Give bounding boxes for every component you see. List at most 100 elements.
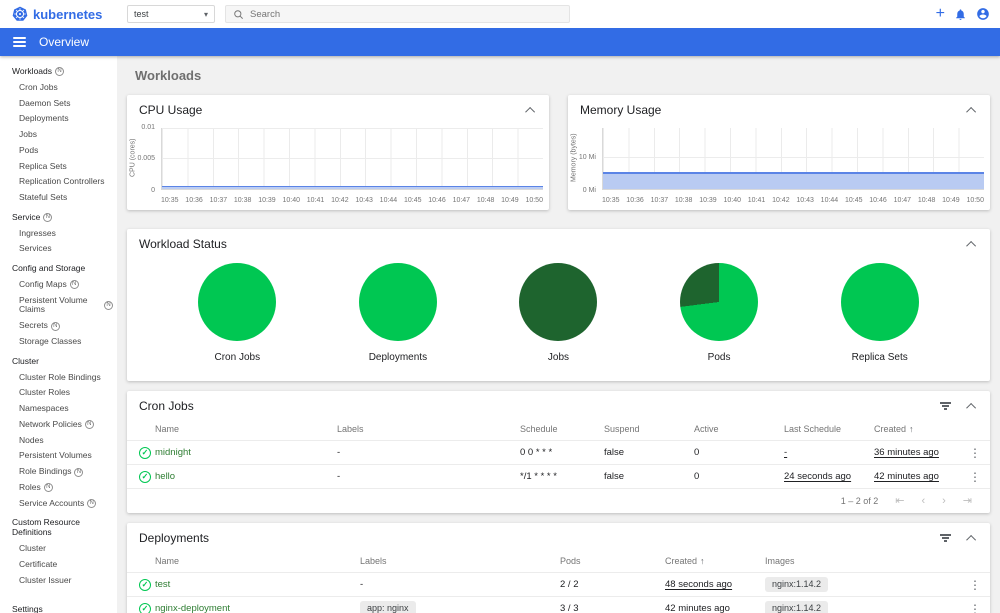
menu-hamburger-icon[interactable] xyxy=(13,37,26,47)
sidebar-item-namespaces[interactable]: Namespaces xyxy=(0,401,117,417)
sidebar-item-persistent-volumes[interactable]: Persistent Volumes xyxy=(0,448,117,464)
row-actions-kebab-icon[interactable]: ⋮ xyxy=(960,578,990,592)
sidebar-item-settings[interactable]: Settings xyxy=(0,602,117,613)
resource-name-link[interactable]: nginx-deployment xyxy=(155,603,360,613)
column-header-created[interactable]: Created ↑ xyxy=(874,424,960,434)
collapse-chevron-icon[interactable] xyxy=(966,402,977,413)
search-input[interactable] xyxy=(250,8,562,20)
first-page-button[interactable]: ⇤ xyxy=(895,495,904,507)
table-row[interactable]: ✓ test - 2 / 2 48 seconds ago nginx:1.14… xyxy=(127,572,990,596)
sidebar-item-config-maps[interactable]: Config Maps N xyxy=(0,277,117,293)
sidebar-item-custom-resource-definitions[interactable]: Custom Resource Definitions xyxy=(0,515,117,541)
card-header: Memory Usage xyxy=(568,95,990,122)
sidebar-item-service[interactable]: Service N xyxy=(0,210,117,226)
resource-name-link[interactable]: test xyxy=(155,579,360,590)
sidebar-item-deployments[interactable]: Deployments xyxy=(0,111,117,127)
column-header-images[interactable]: Images xyxy=(765,556,960,566)
search-bar[interactable] xyxy=(225,5,570,23)
sidebar-item-crd-certificate[interactable]: Certificate xyxy=(0,557,117,573)
table-row[interactable]: ✓ midnight - 0 0 * * * false 0 - 36 minu… xyxy=(127,440,990,464)
sidebar-item-crd-cluster-issuer[interactable]: Cluster Issuer xyxy=(0,573,117,589)
app-bar: Overview xyxy=(0,28,1000,56)
table-row[interactable]: ✓ nginx-deployment app: nginx 3 / 3 42 m… xyxy=(127,596,990,613)
y-tick: 0.01 xyxy=(141,124,155,131)
column-header-labels[interactable]: Labels xyxy=(360,556,560,566)
label-chip: app: nginx xyxy=(360,601,416,613)
resource-name-link[interactable]: hello xyxy=(155,471,337,482)
sort-ascending-icon: ↑ xyxy=(909,424,914,434)
sidebar-item-config-and-storage[interactable]: Config and Storage xyxy=(0,261,117,277)
sidebar-item-cron-jobs[interactable]: Cron Jobs xyxy=(0,80,117,96)
sidebar-item-daemon-sets[interactable]: Daemon Sets xyxy=(0,96,117,112)
sidebar-item-nodes[interactable]: Nodes xyxy=(0,433,117,449)
next-page-button[interactable]: › xyxy=(942,495,946,507)
column-header-created[interactable]: Created ↑ xyxy=(665,556,765,566)
column-header-labels[interactable]: Labels xyxy=(337,424,520,434)
sidebar-item-jobs[interactable]: Jobs xyxy=(0,127,117,143)
kubernetes-brand[interactable]: kubernetes xyxy=(0,6,117,22)
table-row[interactable]: ✓ hello - */1 * * * * false 0 24 seconds… xyxy=(127,464,990,488)
cell-pods: 2 / 2 xyxy=(560,579,579,590)
collapse-chevron-icon[interactable] xyxy=(966,106,977,117)
collapse-chevron-icon[interactable] xyxy=(966,240,977,251)
x-tick: 10:39 xyxy=(699,197,717,204)
sidebar-item-role-bindings[interactable]: Role Bindings N xyxy=(0,464,117,480)
last-page-button[interactable]: ⇥ xyxy=(963,495,972,507)
sidebar-item-workloads[interactable]: Workloads N xyxy=(0,64,117,80)
sidebar-item-cluster[interactable]: Cluster xyxy=(0,354,117,370)
collapse-chevron-icon[interactable] xyxy=(966,534,977,545)
pie-chart[interactable] xyxy=(198,262,277,341)
column-header-schedule[interactable]: Schedule xyxy=(520,424,604,434)
sidebar-item-pods[interactable]: Pods xyxy=(0,143,117,159)
pie-chart[interactable] xyxy=(519,262,598,341)
sidebar-item-roles[interactable]: Roles N xyxy=(0,480,117,496)
x-tick: 10:41 xyxy=(306,197,325,204)
pie-chart[interactable] xyxy=(680,262,759,341)
sidebar-item-secrets[interactable]: Secrets N xyxy=(0,318,117,334)
deployments-card: Deployments Name Labels Pods Created ↑ Im… xyxy=(127,523,990,613)
sidebar-item-ingresses[interactable]: Ingresses xyxy=(0,226,117,242)
resource-name-link[interactable]: midnight xyxy=(155,447,337,458)
column-header-name[interactable]: Name xyxy=(155,556,360,566)
sidebar-item-service-accounts[interactable]: Service Accounts N xyxy=(0,496,117,512)
column-header-last-schedule[interactable]: Last Schedule xyxy=(784,424,874,434)
status-pie-cron-jobs: Cron Jobs xyxy=(198,262,277,363)
x-tick: 10:36 xyxy=(185,197,203,204)
sidebar-item-persistent-volume-claims[interactable]: Persistent Volume Claims N xyxy=(0,293,117,319)
cell-schedule: 0 0 * * * xyxy=(520,447,553,458)
y-tick: 10 Mi xyxy=(578,153,596,161)
x-tick: 10:36 xyxy=(626,197,644,204)
sidebar-item-services[interactable]: Services xyxy=(0,241,117,257)
sidebar-item-cluster-role-bindings[interactable]: Cluster Role Bindings xyxy=(0,370,117,386)
chevron-down-icon: ▾ xyxy=(203,9,208,19)
column-header-active[interactable]: Active xyxy=(694,424,784,434)
sidebar-item-label: Settings xyxy=(12,604,43,613)
sidebar-item-network-policies[interactable]: Network Policies N xyxy=(0,417,117,433)
row-actions-kebab-icon[interactable]: ⋮ xyxy=(960,470,990,484)
column-header-name[interactable]: Name xyxy=(155,424,337,434)
sidebar-nav: Workloads N Cron Jobs Daemon Sets Deploy… xyxy=(0,56,117,613)
column-header-suspend[interactable]: Suspend xyxy=(604,424,694,434)
sidebar-item-cluster-roles[interactable]: Cluster Roles xyxy=(0,385,117,401)
sidebar-item-crd-cluster[interactable]: Cluster xyxy=(0,541,117,557)
x-tick: 10:38 xyxy=(674,197,693,204)
sidebar-item-storage-classes[interactable]: Storage Classes xyxy=(0,334,117,350)
workload-status-charts: Cron Jobs Deployments Jobs Pods Replica … xyxy=(127,256,990,381)
memory-usage-chart: Memory (bytes) 10 Mi 0 Mi 10:35 10:36 10… xyxy=(568,122,990,206)
filter-icon[interactable] xyxy=(940,402,951,410)
pie-chart[interactable] xyxy=(840,262,919,341)
collapse-chevron-icon[interactable] xyxy=(525,106,536,117)
sidebar-item-stateful-sets[interactable]: Stateful Sets xyxy=(0,190,117,206)
notifications-bell-icon[interactable] xyxy=(954,8,967,21)
pie-chart[interactable] xyxy=(358,262,437,341)
sidebar-item-replication-controllers[interactable]: Replication Controllers xyxy=(0,174,117,190)
previous-page-button[interactable]: ‹ xyxy=(921,495,925,507)
namespace-selector[interactable]: test ▾ xyxy=(127,5,215,23)
row-actions-kebab-icon[interactable]: ⋮ xyxy=(960,446,990,460)
column-header-pods[interactable]: Pods xyxy=(560,556,665,566)
create-resource-button[interactable]: + xyxy=(936,6,945,22)
sidebar-item-replica-sets[interactable]: Replica Sets xyxy=(0,159,117,175)
user-account-icon[interactable] xyxy=(976,7,990,21)
filter-icon[interactable] xyxy=(940,534,951,542)
row-actions-kebab-icon[interactable]: ⋮ xyxy=(960,602,990,613)
